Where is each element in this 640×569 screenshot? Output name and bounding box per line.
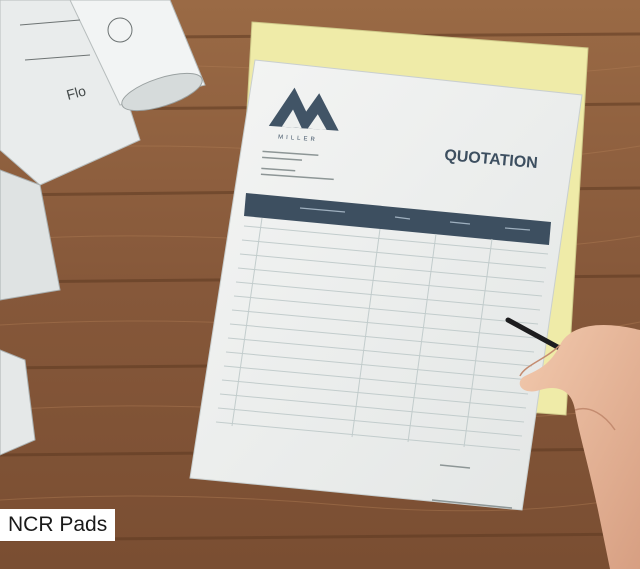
product-photo: Flo MILLER QUOTATION <box>0 0 640 569</box>
quotation-sheet <box>189 59 583 511</box>
photo-scene: Flo MILLER QUOTATION NCR Pads <box>0 0 640 569</box>
product-caption: NCR Pads <box>0 509 116 541</box>
